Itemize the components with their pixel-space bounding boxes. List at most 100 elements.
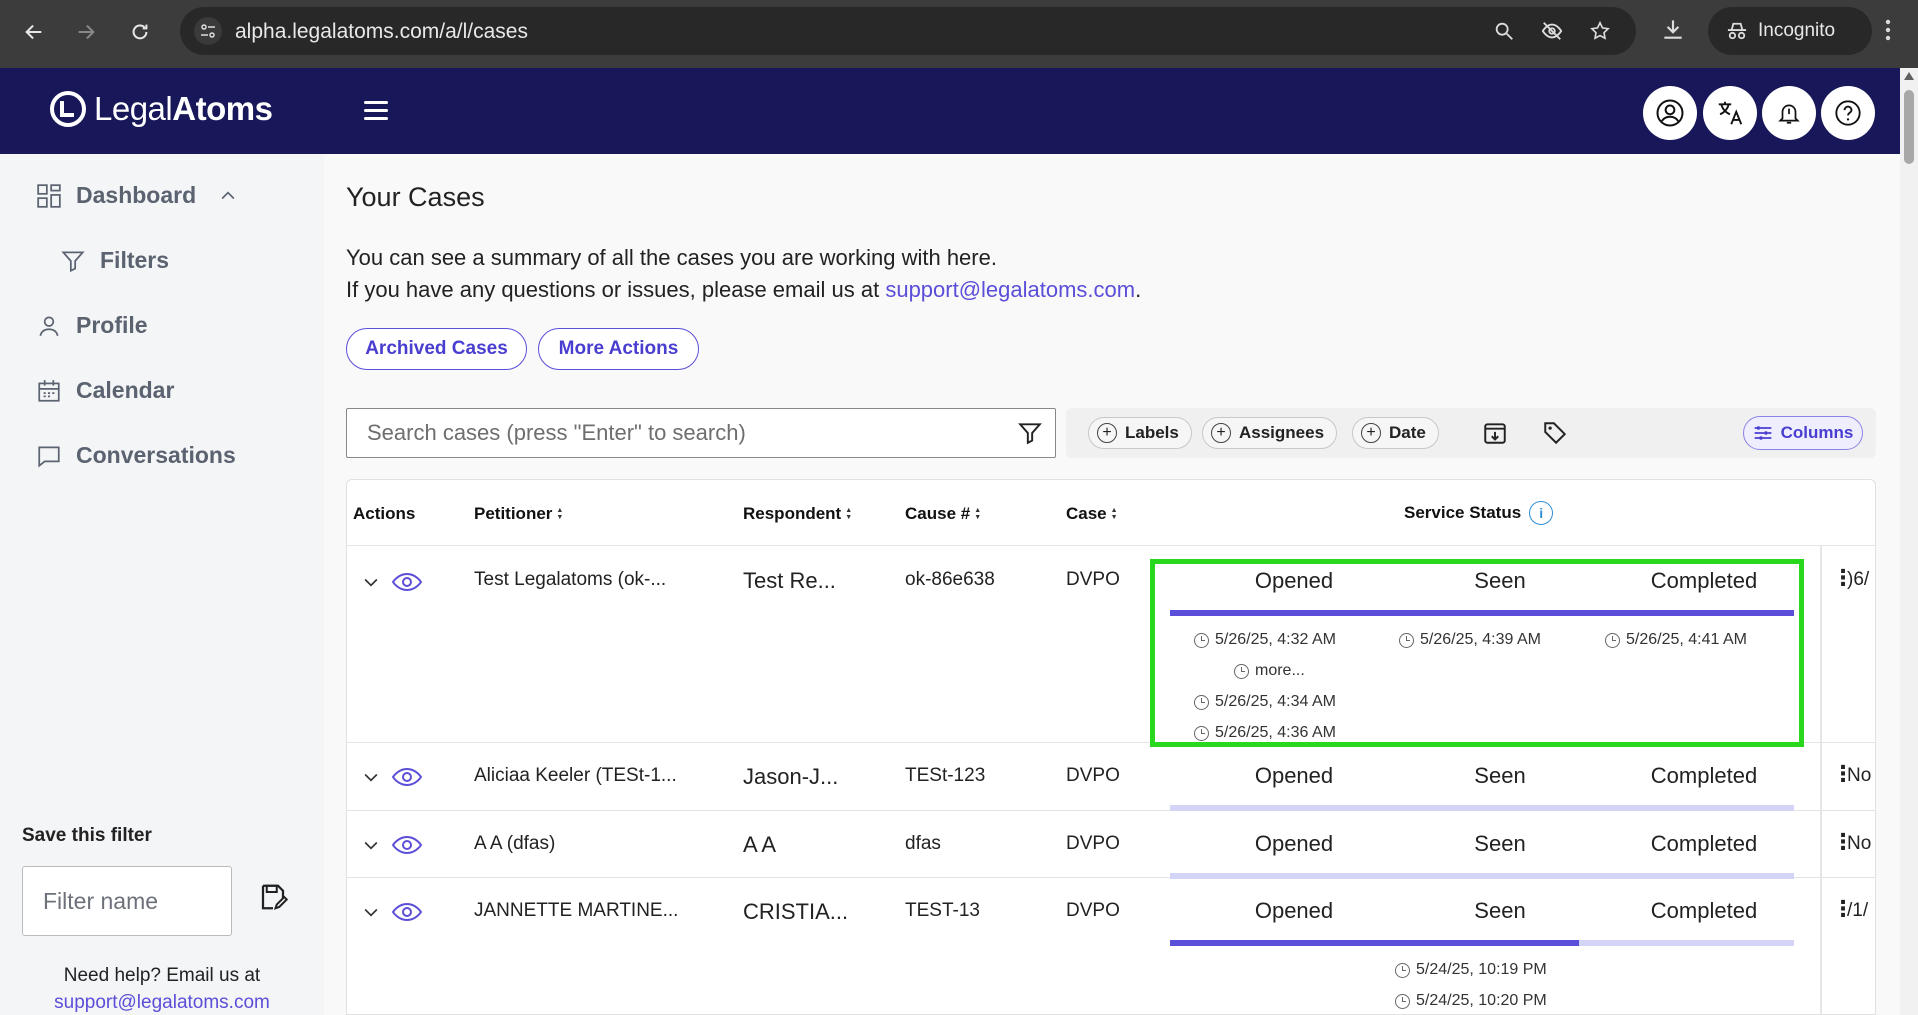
status-completed-label: Completed: [1650, 568, 1758, 593]
case-cell: DVPO: [1066, 900, 1120, 921]
chevron-up-icon: [221, 190, 235, 199]
service-status-tracker[interactable]: Opened Seen Completed: [1170, 831, 1794, 881]
archive-download-icon[interactable]: [1482, 420, 1508, 446]
clock-icon: [1395, 962, 1410, 978]
table-row[interactable]: Aliciaa Keeler (TESt-1... Jason-J... TES…: [347, 743, 1875, 813]
clock-icon: [1194, 694, 1209, 710]
account-icon: [1656, 99, 1684, 127]
browser-chrome: alpha.legalatoms.com/a/l/cases Incognito: [0, 0, 1918, 68]
help-button[interactable]: [1821, 86, 1875, 140]
sliders-icon: [1754, 426, 1771, 440]
chevron-down-icon[interactable]: [361, 572, 381, 592]
filter-name-input[interactable]: [22, 866, 232, 936]
timestamp: 5/26/25, 4:34 AM: [1194, 693, 1336, 711]
eye-icon[interactable]: [391, 571, 423, 593]
cases-table: Actions Petitioner ▲ ▼ Respondent ▲ ▼ Cause …: [346, 479, 1876, 1015]
zoom-icon[interactable]: [1490, 17, 1518, 45]
scroll-up-icon[interactable]: [1904, 72, 1914, 80]
service-status-tracker[interactable]: Opened Seen Completed 5/26/25, 4:32 AM m…: [1170, 568, 1794, 741]
user-icon: [39, 315, 59, 336]
row-menu-icon[interactable]: ⋮: [1832, 761, 1854, 787]
header-cause[interactable]: Cause # ▲ ▼: [905, 504, 981, 524]
forward-icon[interactable]: [68, 14, 104, 50]
translate-button[interactable]: [1703, 86, 1757, 140]
status-progress-fill: [1170, 610, 1794, 616]
save-filter-icon[interactable]: [258, 882, 288, 912]
legalatoms-logo[interactable]: LegalAtoms: [48, 89, 273, 129]
sidebar-item-dashboard[interactable]: Dashboard: [36, 182, 238, 209]
support-email-link[interactable]: support@legalatoms.com: [885, 277, 1135, 302]
sidebar: Dashboard Filters Profile Calendar Conve…: [0, 154, 324, 1015]
incognito-badge[interactable]: Incognito: [1708, 7, 1872, 55]
more-actions-button[interactable]: More Actions: [538, 328, 699, 370]
table-row[interactable]: JANNETTE MARTINE... CRISTIA... TEST-13 D…: [347, 878, 1875, 1014]
search-input[interactable]: [346, 408, 1056, 458]
header-respondent[interactable]: Respondent ▲ ▼: [743, 504, 852, 524]
table-row[interactable]: Test Legalatoms (ok-... Test Re... ok-86…: [347, 546, 1875, 743]
service-status-tracker[interactable]: Opened Seen Completed 5/24/25, 10:19 PM …: [1170, 898, 1794, 1009]
date-chip[interactable]: + Date: [1352, 417, 1439, 449]
page-scrollbar[interactable]: [1900, 68, 1918, 1015]
header-case[interactable]: Case ▲ ▼: [1066, 504, 1118, 524]
eye-icon[interactable]: [391, 901, 423, 923]
clock-icon: [1399, 632, 1414, 648]
sidebar-item-filters[interactable]: Filters: [60, 247, 169, 274]
sidebar-item-profile[interactable]: Profile: [36, 312, 148, 339]
chevron-down-icon[interactable]: [361, 835, 381, 855]
browser-menu-icon[interactable]: [1884, 18, 1892, 47]
eye-icon[interactable]: [391, 834, 423, 856]
site-settings-icon[interactable]: [194, 17, 222, 45]
sidebar-item-label: Calendar: [76, 377, 175, 403]
row-menu-icon[interactable]: ⋮: [1832, 829, 1854, 855]
status-seen-label: Seen: [1474, 831, 1526, 856]
incognito-icon: [1727, 22, 1747, 40]
sort-icon: ▲ ▼: [974, 507, 982, 521]
service-status-tracker[interactable]: Opened Seen Completed: [1170, 763, 1794, 813]
chevron-down-icon[interactable]: [361, 767, 381, 787]
download-icon[interactable]: [1660, 16, 1686, 47]
notifications-button[interactable]: [1762, 86, 1816, 140]
bookmark-star-icon[interactable]: [1586, 17, 1614, 45]
clock-icon: [1194, 632, 1209, 648]
assignees-chip[interactable]: + Assignees: [1202, 417, 1338, 449]
chevron-down-icon[interactable]: [361, 902, 381, 922]
row-menu-icon[interactable]: ⋮: [1832, 565, 1854, 591]
timestamp: 5/26/25, 4:32 AM: [1194, 631, 1336, 649]
table-row[interactable]: A A (dfas) A A dfas DVPO Opened Seen Com…: [347, 811, 1875, 881]
trailing-cell: )6/: [1847, 569, 1870, 590]
scrollbar-thumb[interactable]: [1904, 90, 1914, 164]
sort-icon: ▲ ▼: [556, 507, 564, 521]
sidebar-item-conversations[interactable]: Conversations: [36, 442, 236, 469]
status-seen-label: Seen: [1474, 898, 1526, 923]
header-petitioner[interactable]: Petitioner ▲ ▼: [474, 504, 563, 524]
filter-funnel-icon[interactable]: [1017, 420, 1043, 446]
labels-chip[interactable]: + Labels: [1088, 417, 1192, 449]
columns-button[interactable]: Columns: [1743, 416, 1863, 450]
clock-icon: [1234, 663, 1249, 679]
archived-cases-button[interactable]: Archived Cases: [346, 328, 527, 370]
account-button[interactable]: [1643, 86, 1697, 140]
reload-icon[interactable]: [122, 14, 158, 50]
trailing-cell: No: [1847, 833, 1872, 854]
tag-icon[interactable]: [1542, 420, 1568, 446]
sidebar-item-label: Conversations: [76, 442, 236, 468]
help-text: Need help? Email us at support@legalatom…: [0, 962, 324, 1015]
petitioner-cell: Aliciaa Keeler (TESt-1...: [474, 765, 677, 786]
columns-button-label: Columns: [1780, 423, 1854, 442]
petitioner-cell: JANNETTE MARTINE...: [474, 900, 679, 921]
sort-icon: ▲ ▼: [1110, 507, 1118, 521]
sidebar-item-calendar[interactable]: Calendar: [36, 377, 174, 404]
help-email-link[interactable]: support@legalatoms.com: [54, 992, 270, 1013]
menu-toggle-icon[interactable]: [360, 96, 392, 126]
back-icon[interactable]: [16, 14, 52, 50]
case-cell: DVPO: [1066, 569, 1120, 590]
calendar-icon: [38, 379, 60, 402]
more-link[interactable]: more...: [1234, 662, 1305, 680]
address-bar[interactable]: alpha.legalatoms.com/a/l/cases: [180, 7, 1636, 55]
timestamp: 5/26/25, 4:41 AM: [1605, 631, 1747, 649]
tracking-protection-icon[interactable]: [1538, 17, 1566, 45]
row-menu-icon[interactable]: ⋮: [1832, 896, 1854, 922]
eye-icon[interactable]: [391, 766, 423, 788]
sidebar-item-label: Profile: [76, 312, 148, 338]
info-icon[interactable]: i: [1529, 501, 1554, 525]
